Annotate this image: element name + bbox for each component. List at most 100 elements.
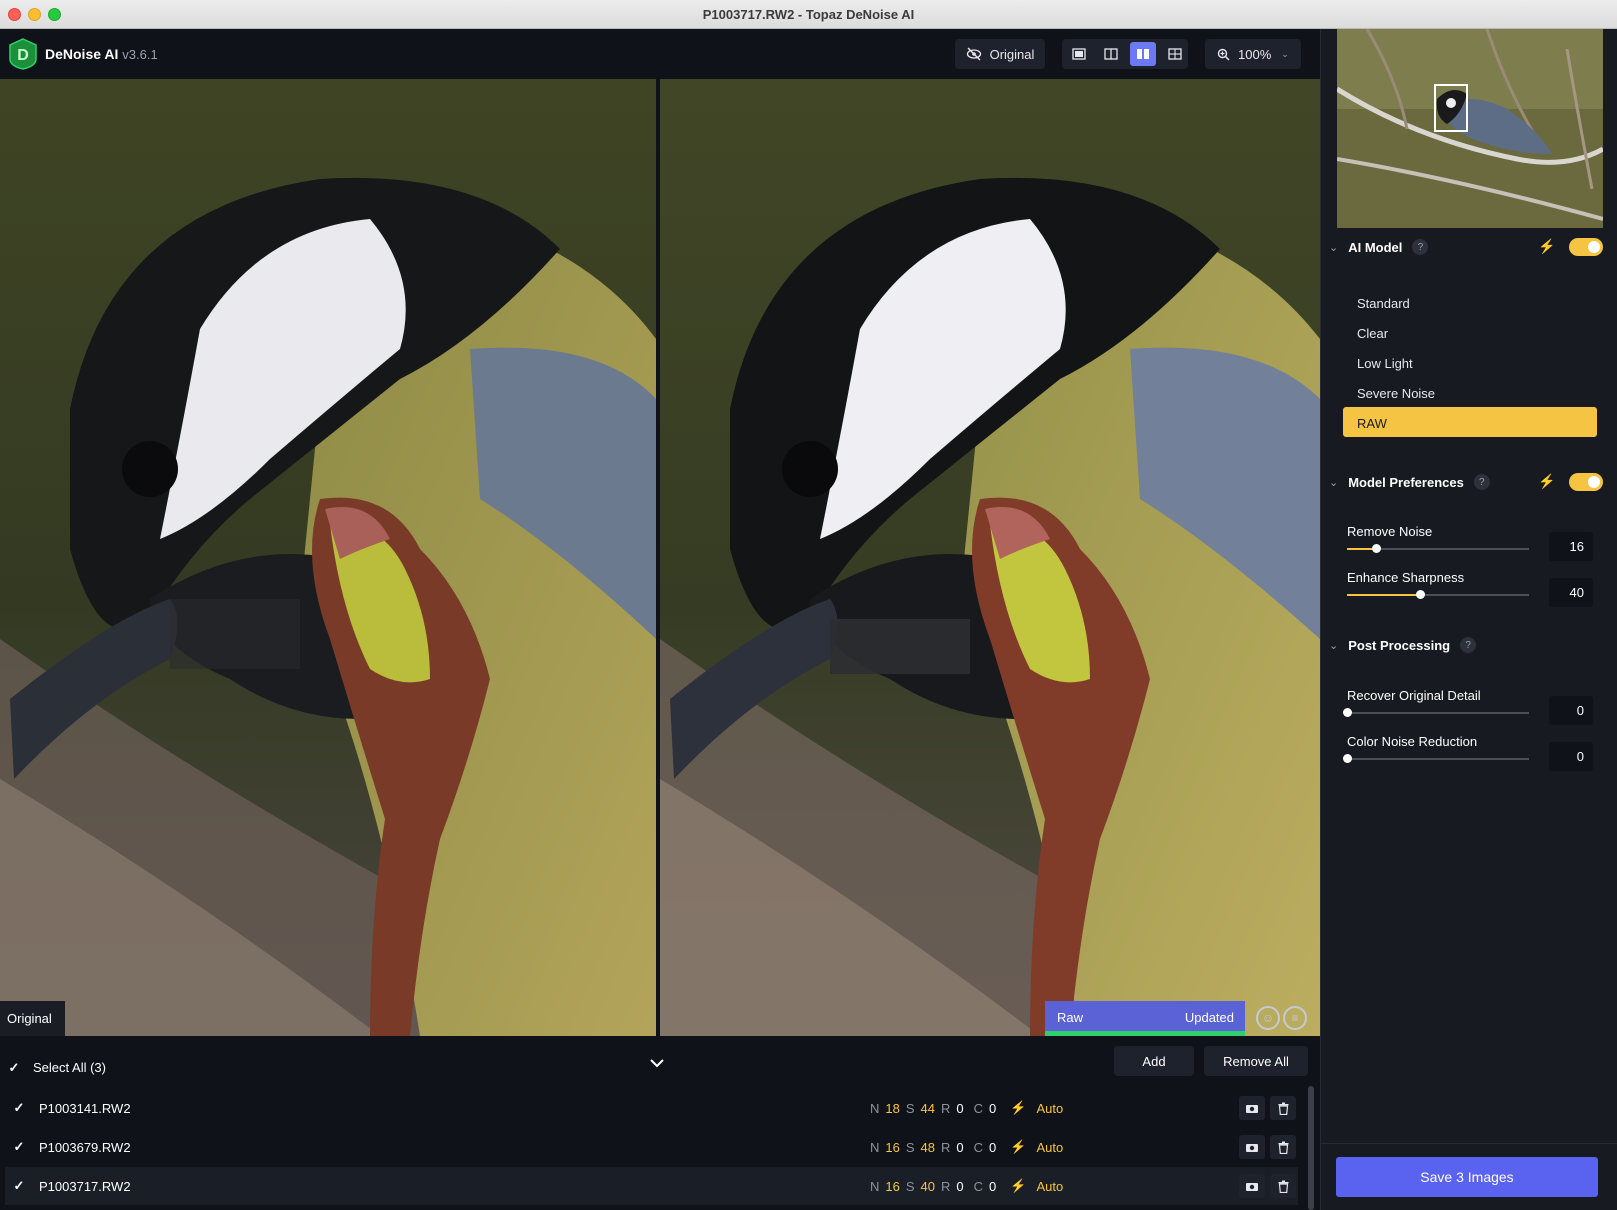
remove-all-button[interactable]: Remove All [1204,1046,1308,1076]
recover-key: R [941,1100,951,1116]
file-row[interactable]: ✓ P1003717.RW2 N 16 S 40 R0 C0 ⚡ Auto [5,1167,1298,1205]
noise-key: N [870,1178,880,1194]
remove-noise-value[interactable]: 16 [1549,532,1593,561]
bolt-icon: ⚡ [1538,238,1556,254]
thumbnail-image [1337,29,1603,228]
help-icon[interactable]: ? [1473,474,1490,490]
save-separator [1321,1143,1617,1144]
checkmark-icon[interactable]: ✓ [12,1139,26,1154]
status-model: Raw [1057,1010,1084,1025]
camera-icon[interactable] [1239,1096,1265,1120]
slider-knob[interactable] [1415,590,1425,599]
noise-key: N [870,1100,880,1116]
help-icon[interactable]: ? [1460,637,1477,653]
slider-knob[interactable] [1372,544,1382,553]
model-clear[interactable]: Clear [1343,317,1597,347]
bolt-icon: ⚡ [1538,473,1556,489]
ai-model-auto-toggle[interactable] [1569,238,1603,256]
sharpness-key: S [905,1139,915,1155]
color-noise-value[interactable]: 0 [1549,742,1593,771]
app-title: DeNoise AI [45,46,119,62]
post-processing-title: Post Processing [1348,637,1451,653]
remove-noise-label: Remove Noise [1347,524,1433,539]
zoom-icon [1217,48,1230,61]
color-key: C [973,1100,984,1116]
recover-detail-slider[interactable] [1343,708,1529,717]
color-noise-slider[interactable] [1343,754,1529,763]
model-preferences-auto-toggle[interactable] [1569,473,1603,491]
sharpness-value: 40 [920,1178,935,1194]
add-button[interactable]: Add [1114,1046,1194,1076]
slider-knob[interactable] [1343,708,1352,717]
file-list-scrollbar[interactable] [1308,1086,1314,1210]
model-raw[interactable]: RAW [1343,407,1597,437]
color-noise-label: Color Noise Reduction [1347,734,1478,749]
processed-preview[interactable] [660,79,1320,1036]
model-severe-noise[interactable]: Severe Noise [1343,377,1597,407]
enhance-sharpness-value[interactable]: 40 [1549,578,1593,607]
bolt-icon: ⚡ [1010,1100,1027,1115]
remove-noise-slider[interactable] [1347,544,1529,553]
mode-value: Auto [1036,1178,1064,1194]
color-key: C [973,1178,984,1194]
smile-icon[interactable]: ☺ [1256,1006,1280,1030]
original-button-label: Original [989,46,1035,62]
trash-icon[interactable] [1270,1174,1296,1198]
model-preferences-header[interactable]: ⌄ Model Preferences ? [1329,474,1490,490]
file-row[interactable]: ✓ P1003141.RW2 N 18 S 44 R0 C0 ⚡ Auto [5,1089,1298,1127]
checkmark-icon: ✓ [8,1059,20,1075]
view-mode-group [1062,39,1188,69]
checkmark-icon[interactable]: ✓ [12,1178,26,1193]
zoom-control[interactable]: 100% ⌄ [1205,39,1301,69]
camera-icon[interactable] [1239,1174,1265,1198]
file-params: N 16 S 48 R0 C0 ⚡ Auto [870,1139,1063,1155]
recover-value: 0 [956,1100,964,1116]
slider-fill [1347,594,1420,596]
recover-detail-value[interactable]: 0 [1549,696,1593,725]
original-pane-label: Original [0,1001,65,1036]
neutral-face-icon[interactable]: ≡ [1283,1006,1307,1030]
model-preferences-title: Model Preferences [1348,474,1464,490]
grid-view-icon [1168,48,1182,60]
side-by-side-button[interactable] [1130,42,1156,66]
enhance-sharpness-slider[interactable] [1347,590,1529,599]
select-all-checkbox[interactable]: ✓ Select All (3) [7,1059,106,1076]
sharpness-value: 48 [920,1139,935,1155]
noise-value: 18 [885,1100,900,1116]
color-key: C [973,1139,984,1155]
chevron-down-icon[interactable] [648,1054,666,1072]
model-low-light[interactable]: Low Light [1343,347,1597,377]
zoom-level: 100% [1238,46,1272,62]
split-view-button[interactable] [1098,42,1124,66]
slider-knob[interactable] [1343,754,1352,763]
original-preview[interactable] [0,79,656,1036]
chevron-down-icon: ⌄ [1329,639,1339,652]
show-original-button[interactable]: Original [955,39,1045,69]
trash-icon[interactable] [1270,1135,1296,1159]
file-params: N 16 S 40 R0 C0 ⚡ Auto [870,1178,1063,1194]
model-standard[interactable]: Standard [1343,287,1597,317]
help-icon[interactable]: ? [1412,239,1429,255]
chevron-down-icon: ⌄ [1329,476,1339,489]
camera-icon[interactable] [1239,1135,1265,1159]
save-images-button[interactable]: Save 3 Images [1336,1157,1598,1197]
sharpness-key: S [905,1178,915,1194]
chevron-down-icon: ⌄ [1329,241,1339,254]
file-name: P1003717.RW2 [39,1178,131,1194]
ai-model-header[interactable]: ⌄ AI Model ? [1329,239,1429,255]
checkmark-icon[interactable]: ✓ [12,1100,26,1115]
file-row[interactable]: ✓ P1003679.RW2 N 16 S 48 R0 C0 ⚡ Auto [5,1128,1298,1166]
recover-value: 0 [956,1139,964,1155]
trash-icon[interactable] [1270,1096,1296,1120]
side-by-side-icon [1137,49,1149,59]
post-processing-header[interactable]: ⌄ Post Processing ? [1329,637,1477,653]
bolt-icon: ⚡ [1010,1178,1027,1193]
single-view-button[interactable] [1066,42,1092,66]
navigator-thumbnail[interactable] [1337,29,1603,228]
grid-view-button[interactable] [1162,42,1188,66]
logo-letter: D [17,47,29,64]
color-value: 0 [989,1178,997,1194]
enhance-sharpness-label: Enhance Sharpness [1347,570,1465,585]
settings-panel: ⌄ AI Model ? ⚡ Standard Clear Low Light … [1320,29,1617,1210]
chevron-down-icon: ⌄ [1281,48,1289,59]
